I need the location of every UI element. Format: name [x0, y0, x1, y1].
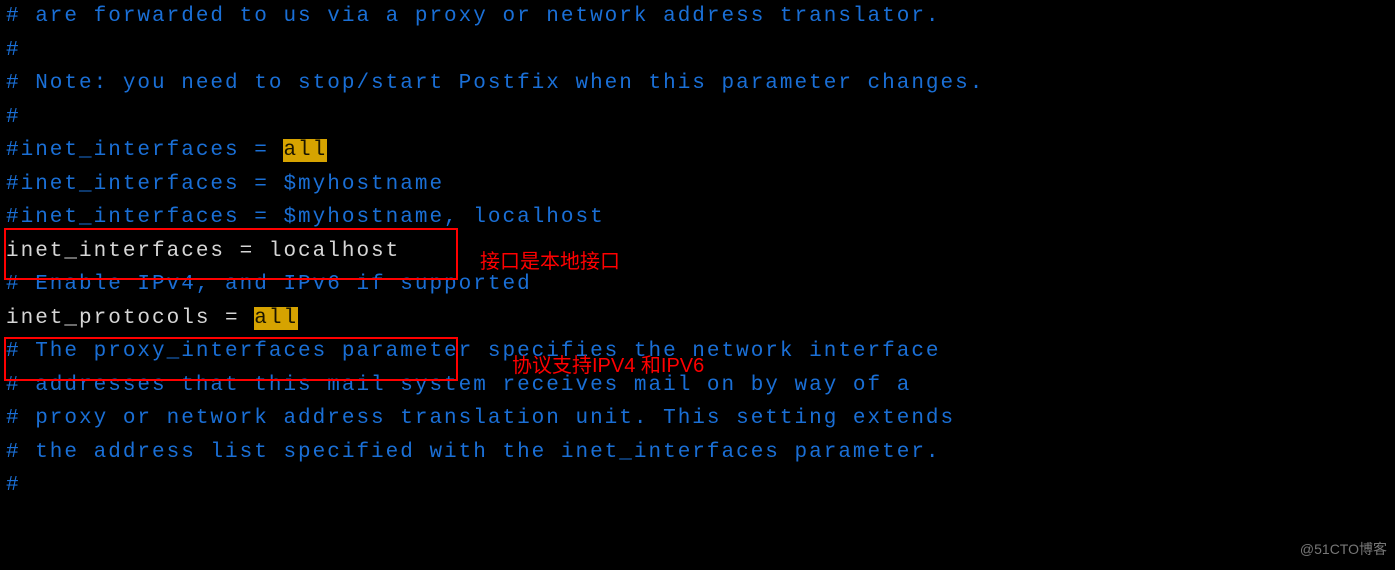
comment-line: # the address list specified with the in…	[6, 436, 1395, 470]
config-line-inet-protocols: inet_protocols = all	[6, 302, 1395, 336]
comment-line: # Note: you need to stop/start Postfix w…	[6, 67, 1395, 101]
comment-line: #	[6, 34, 1395, 68]
watermark: @51CTO博客	[1300, 533, 1387, 567]
text-fragment: #inet_interfaces =	[6, 139, 283, 162]
search-highlight: all	[283, 139, 327, 162]
annotation-text-protocols: 协议支持IPV4 和IPV6	[512, 350, 704, 384]
comment-line: # are forwarded to us via a proxy or net…	[6, 0, 1395, 34]
annotation-text-interfaces: 接口是本地接口	[480, 246, 620, 280]
config-line-inet-interfaces: inet_interfaces = localhost	[6, 235, 1395, 269]
comment-line: #inet_interfaces = $myhostname, localhos…	[6, 201, 1395, 235]
comment-line: #inet_interfaces = all	[6, 134, 1395, 168]
comment-line: #inet_interfaces = $myhostname	[6, 168, 1395, 202]
search-highlight: all	[254, 307, 298, 330]
comment-line: # Enable IPv4, and IPv6 if supported	[6, 268, 1395, 302]
comment-line: #	[6, 101, 1395, 135]
comment-line: #	[6, 469, 1395, 503]
text-fragment: inet_protocols =	[6, 307, 254, 330]
comment-line: # proxy or network address translation u…	[6, 402, 1395, 436]
config-file-view: # are forwarded to us via a proxy or net…	[0, 0, 1395, 503]
